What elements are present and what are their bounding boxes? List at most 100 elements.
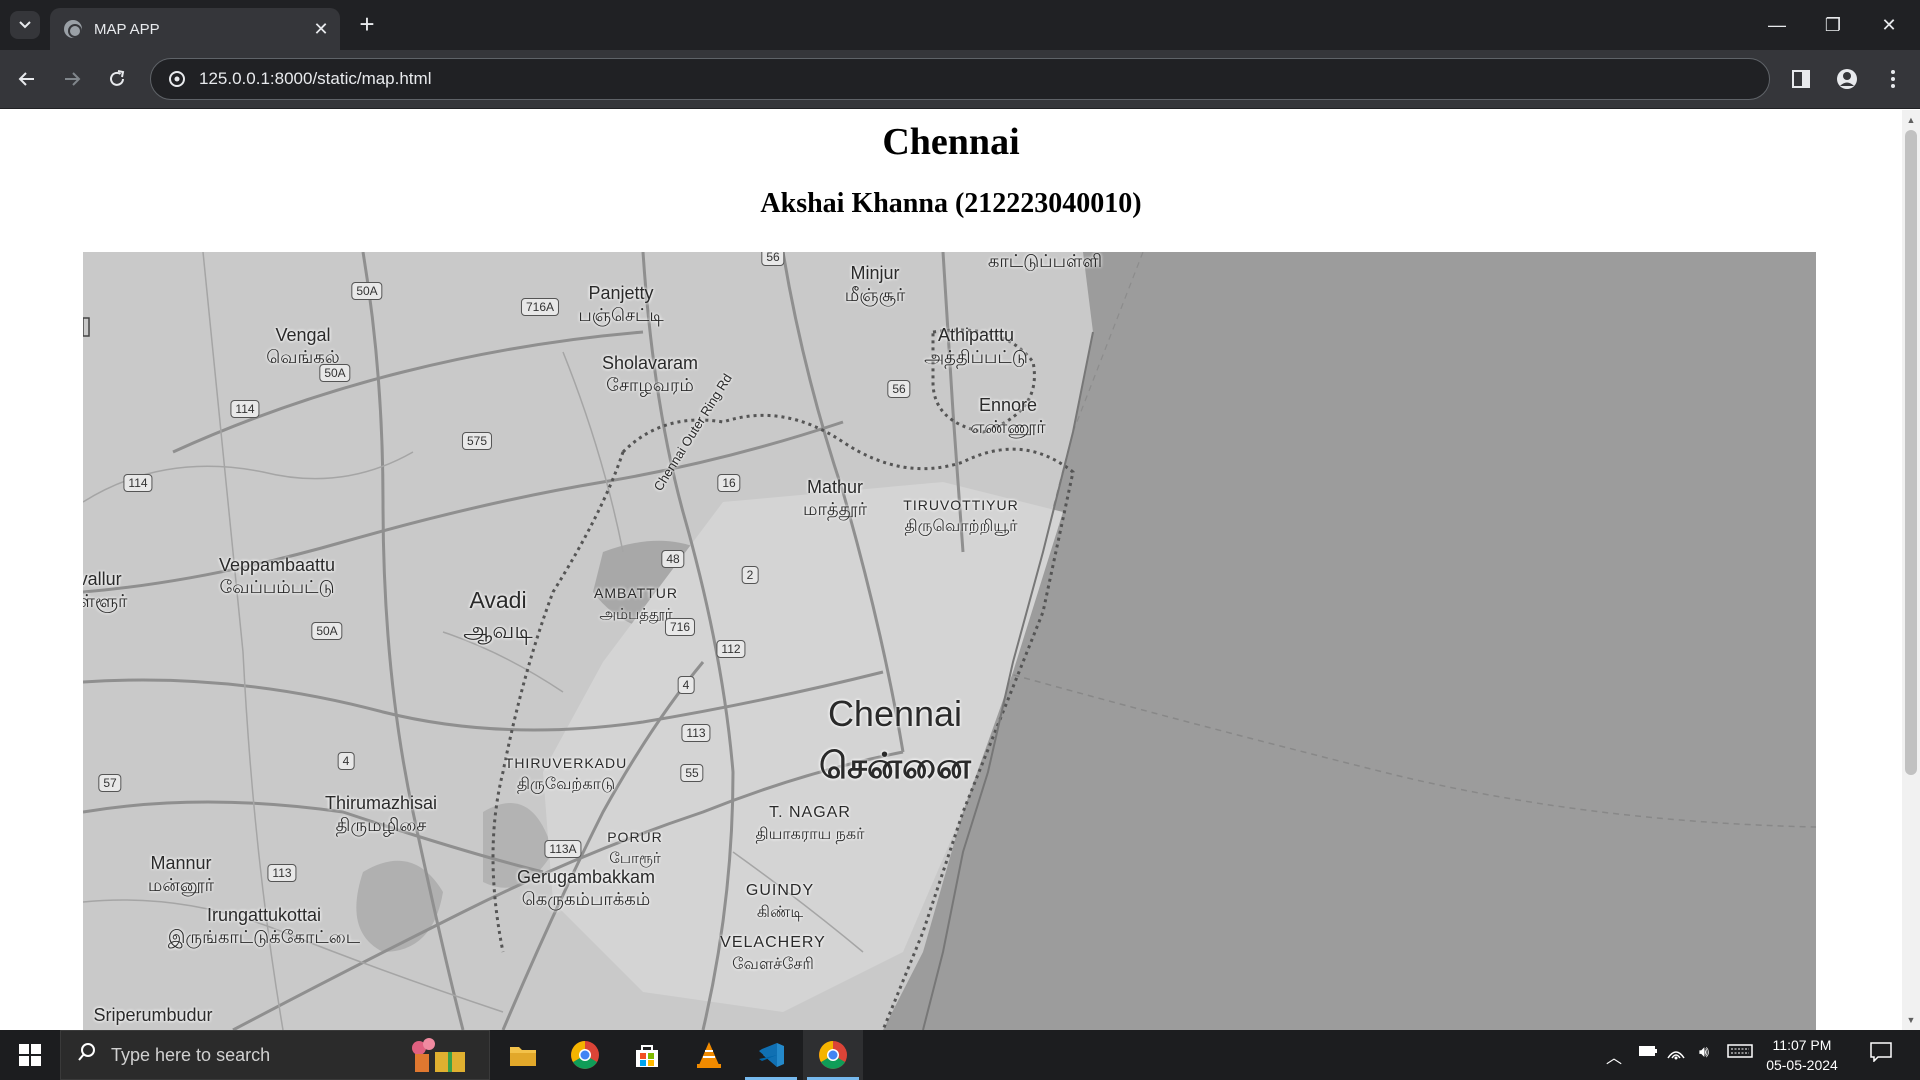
place-name-en: Mannur: [150, 853, 212, 873]
place-name-en: Minjur: [850, 263, 900, 283]
place-name-ta: கிண்டி: [756, 904, 804, 921]
place-label-chennai: Chennai சென்னை: [819, 688, 971, 792]
place-name-en: Ennore: [978, 395, 1038, 415]
page-scrollbar[interactable]: ▲ ▼: [1902, 110, 1920, 1030]
map-control-edge: [83, 317, 90, 337]
place-label-veppambaattu: Veppambaattu வேப்பம்பட்டு: [219, 554, 335, 598]
place-name-en: Sriperumbudur: [93, 1005, 213, 1025]
highway-shield: 112: [716, 640, 746, 658]
scroll-up-arrow-icon[interactable]: ▲: [1902, 112, 1920, 128]
taskbar-vlc[interactable]: [679, 1030, 739, 1080]
start-button[interactable]: [0, 1030, 60, 1080]
place-label-thiruverkadu: THIRUVERKADU திருவேற்காடு: [505, 752, 627, 796]
place-label-minjur: Minjur மீஞ்சூர்: [845, 262, 906, 306]
back-button[interactable]: [10, 62, 44, 96]
system-clock[interactable]: 11:07 PM 05-05-2024: [1754, 1035, 1850, 1075]
highway-shield: 56: [887, 380, 911, 398]
scroll-down-arrow-icon[interactable]: ▼: [1902, 1012, 1920, 1028]
forward-button[interactable]: [55, 62, 89, 96]
highway-shield: 2: [741, 566, 759, 584]
taskbar-file-explorer[interactable]: [493, 1030, 553, 1080]
place-name-en: Gerugambakkam: [516, 867, 656, 887]
place-name-en: THIRUVERKADU: [504, 755, 628, 771]
map-view[interactable]: Chennai Outer Ring Rd Minjur மீஞ்சூர் காட…: [83, 252, 1816, 1030]
place-label-guindy: GUINDY கிண்டி: [746, 880, 814, 924]
place-name-en: GUINDY: [745, 882, 815, 899]
browser-toolbar: 125.0.0.1:8000/static/map.html: [0, 50, 1920, 109]
highway-shield: 50A: [351, 282, 383, 300]
place-label-sholavaram: Sholavaram சோழவரம்: [602, 352, 698, 396]
search-icon: [77, 1042, 97, 1068]
wifi-icon[interactable]: [1664, 1044, 1688, 1065]
highway-shield: 716: [664, 618, 696, 636]
highway-shield: 716A: [520, 298, 560, 316]
battery-icon[interactable]: [1636, 1044, 1660, 1062]
place-label-ennore: Ennore எண்ணூர்: [970, 394, 1045, 438]
close-window-button[interactable]: ✕: [1866, 0, 1912, 50]
side-panel-icon[interactable]: [1784, 62, 1818, 96]
site-info-icon[interactable]: [165, 67, 189, 91]
highway-shield: 16: [717, 474, 741, 492]
taskbar-microsoft-store[interactable]: [617, 1030, 677, 1080]
place-name-en: Mathur: [806, 477, 864, 497]
highway-shield: 55: [680, 764, 704, 782]
place-label-tiruvallur: vallur ள்ளூர்: [83, 568, 127, 612]
place-name-ta: சோழவரம்: [606, 375, 694, 395]
place-name-en: Veppambaattu: [218, 555, 336, 575]
windows-taskbar: Type here to search ︿ 🔊︎ 11:07 PM 05-05-…: [0, 1030, 1920, 1080]
lake-patch: [356, 860, 443, 952]
menu-kebab-icon[interactable]: [1876, 62, 1910, 96]
place-label-tnagar: T. NAGAR தியாகராய நகர்: [750, 802, 870, 846]
show-hidden-icons-chevron-icon[interactable]: ︿: [1602, 1044, 1626, 1068]
place-name-ta: எண்ணூர்: [970, 417, 1046, 437]
reload-icon: [110, 70, 125, 86]
highway-shield: 114: [123, 474, 153, 492]
browser-tab[interactable]: MAP APP ✕: [50, 8, 340, 50]
place-name-ta: இருங்காட்டுக்கோட்டை: [167, 927, 361, 947]
chrome-icon: [819, 1041, 847, 1069]
page-title: Chennai: [882, 121, 1020, 163]
place-name-ta: கெருகம்பாக்கம்: [521, 889, 651, 909]
place-name-en: TIRUVOTTIYUR: [903, 497, 1019, 513]
place-label-sriperumbudur: Sriperumbudur: [93, 1004, 212, 1026]
place-name-ta: திருவேற்காடு: [516, 776, 616, 793]
keyboard-icon[interactable]: [1726, 1044, 1754, 1063]
highway-shield: 113: [267, 864, 297, 882]
place-name-ta: பஞ்செட்டி: [578, 305, 664, 325]
tab-search-button[interactable]: [10, 11, 40, 39]
place-name-ta: காட்டுப்பள்ளி: [987, 252, 1103, 271]
place-name-ta: மீஞ்சூர்: [844, 285, 906, 305]
place-name-en: Chennai: [827, 693, 963, 734]
restore-button[interactable]: ❐: [1810, 0, 1856, 50]
taskbar-vscode[interactable]: [741, 1030, 801, 1080]
place-label-avadi: Avadi ஆவடி: [463, 585, 532, 645]
taskbar-chrome-active[interactable]: [803, 1030, 863, 1080]
highway-shield: 48: [661, 550, 685, 568]
close-tab-icon[interactable]: ✕: [308, 19, 334, 40]
place-name-en: vallur: [83, 569, 122, 589]
place-name-ta: ள்ளூர்: [83, 591, 128, 611]
scroll-thumb[interactable]: [1905, 130, 1917, 775]
place-label-velachery: VELACHERY வேளச்சேரி: [720, 932, 826, 976]
chrome-icon: [571, 1041, 599, 1069]
profile-icon[interactable]: [1830, 62, 1864, 96]
search-placeholder[interactable]: Type here to search: [111, 1045, 270, 1066]
notification-icon[interactable]: [1866, 1042, 1896, 1068]
taskbar-chrome[interactable]: [555, 1030, 615, 1080]
clock-time: 11:07 PM: [1772, 1037, 1832, 1053]
place-name-en: Thirumazhisai: [324, 793, 438, 813]
bay-of-bengal-water: [883, 252, 1816, 1030]
reload-button[interactable]: [100, 62, 134, 96]
vlc-cone-icon: [697, 1042, 721, 1068]
minimize-button[interactable]: —: [1754, 0, 1800, 50]
address-bar[interactable]: 125.0.0.1:8000/static/map.html: [150, 58, 1770, 100]
highway-shield: 113A: [544, 840, 582, 858]
place-label-mannur: Mannur மன்னூர்: [148, 852, 214, 896]
place-name-ta: மன்னூர்: [147, 875, 215, 895]
volume-icon[interactable]: 🔊︎: [1692, 1044, 1716, 1062]
highway-shield: 56: [761, 252, 785, 266]
url-text[interactable]: 125.0.0.1:8000/static/map.html: [199, 69, 431, 89]
place-name-ta: தியாகராய நகர்: [755, 826, 865, 843]
new-tab-button[interactable]: +: [352, 10, 382, 40]
place-name-en: Irungattukottai: [206, 905, 322, 925]
